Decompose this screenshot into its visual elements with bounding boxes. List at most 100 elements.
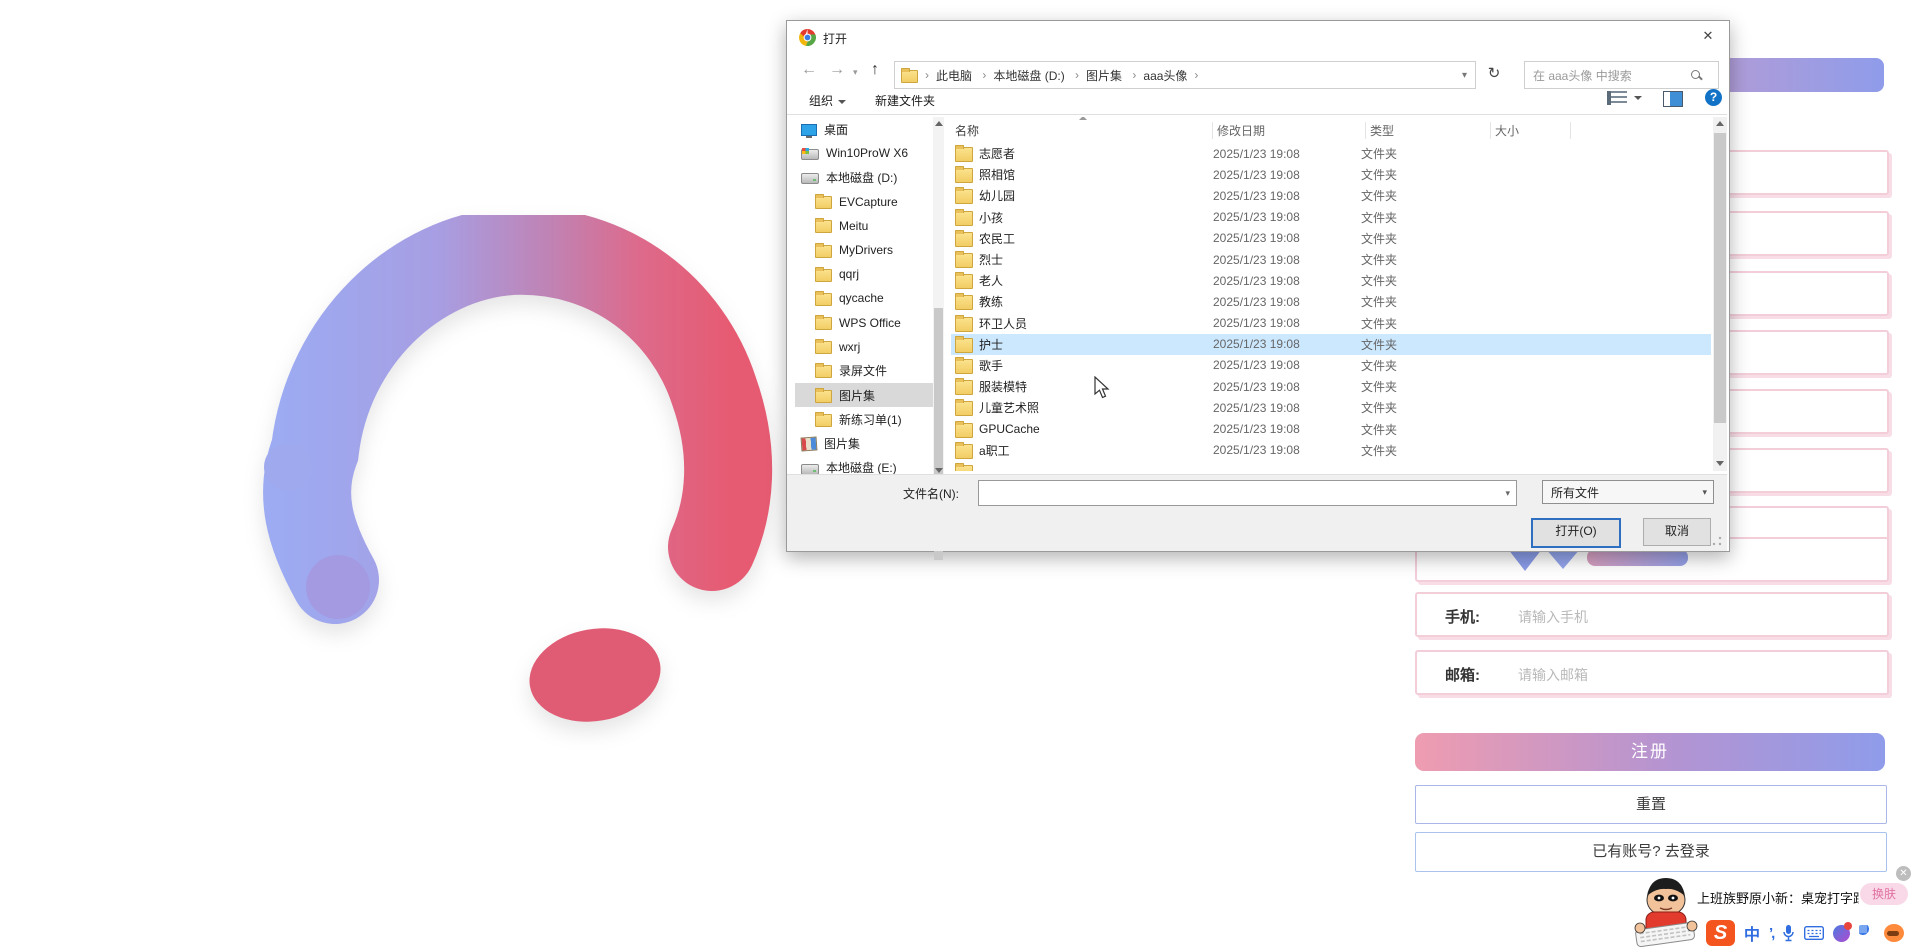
scroll-up-icon[interactable] <box>1716 121 1724 126</box>
view-mode-dropdown-icon[interactable] <box>1634 96 1642 100</box>
captcha-ribbon-icon <box>1546 549 1580 569</box>
view-mode-icon[interactable] <box>1607 91 1627 105</box>
microphone-icon[interactable] <box>1782 924 1795 942</box>
search-input[interactable]: 在 aaa头像 中搜索 <box>1524 61 1719 89</box>
file-row[interactable] <box>951 461 1711 471</box>
sidebar-item[interactable]: 图片集 <box>795 431 933 455</box>
ime-menu-icon[interactable] <box>1859 925 1875 941</box>
sidebar-item[interactable]: 录屏文件 <box>795 359 933 383</box>
pet-popup-close-icon[interactable]: ✕ <box>1896 866 1911 881</box>
sidebar-item[interactable]: Win10ProW X6 <box>795 141 933 165</box>
column-header-name[interactable]: 名称 <box>951 122 1213 139</box>
ime-punctuation-icon[interactable]: ’, <box>1769 925 1773 942</box>
email-field[interactable]: 邮箱: 请输入邮箱 <box>1415 650 1889 695</box>
column-header-size[interactable]: 大小 <box>1491 122 1571 139</box>
pet-character-image[interactable] <box>1626 870 1706 948</box>
folder-icon <box>955 211 973 226</box>
file-name: 志愿者 <box>979 145 1015 162</box>
help-icon[interactable]: ? <box>1705 89 1722 106</box>
sidebar-item[interactable]: 新练习单(1) <box>795 407 933 431</box>
file-row[interactable]: 教练 2025/1/23 19:08 文件夹 <box>951 291 1711 312</box>
breadcrumb-item[interactable]: 图片集 <box>1068 67 1122 84</box>
file-row[interactable]: 小孩 2025/1/23 19:08 文件夹 <box>951 207 1711 228</box>
file-row[interactable]: 志愿者 2025/1/23 19:08 文件夹 <box>951 143 1711 164</box>
file-type: 文件夹 <box>1361 336 1481 353</box>
file-row[interactable]: 照相馆 2025/1/23 19:08 文件夹 <box>951 164 1711 185</box>
forward-icon[interactable]: → <box>829 61 845 79</box>
scroll-down-icon[interactable] <box>1716 461 1724 466</box>
chevron-down-icon[interactable]: ▾ <box>1505 488 1510 499</box>
folder-tree: 桌面 Win10ProW X6 本地磁盘 (D:) EVCapture Meit… <box>795 117 933 479</box>
skin-change-badge[interactable]: 换肤 <box>1860 883 1908 905</box>
column-header-type[interactable]: 类型 <box>1366 122 1491 139</box>
dialog-close-icon[interactable]: ✕ <box>1691 21 1725 51</box>
file-list-scrollbar[interactable] <box>1713 117 1727 471</box>
phone-field[interactable]: 手机: 请输入手机 <box>1415 592 1889 637</box>
sidebar-item[interactable]: 图片集 <box>795 383 933 407</box>
file-type: 文件夹 <box>1361 357 1481 374</box>
sidebar-item[interactable]: 本地磁盘 (D:) <box>795 165 933 189</box>
chrome-icon <box>799 29 816 46</box>
back-icon[interactable]: ← <box>801 61 817 79</box>
new-folder-button[interactable]: 新建文件夹 <box>875 92 935 109</box>
file-row[interactable]: a职工 2025/1/23 19:08 文件夹 <box>951 440 1711 461</box>
address-bar[interactable]: 此电脑 本地磁盘 (D:) 图片集 aaa头像 ▾ <box>894 61 1476 89</box>
file-row[interactable]: 服装模特 2025/1/23 19:08 文件夹 <box>951 376 1711 397</box>
chevron-right-icon <box>975 68 993 82</box>
filename-input[interactable]: ▾ <box>978 480 1517 506</box>
sidebar-item[interactable]: Meitu <box>795 214 933 238</box>
column-header-date[interactable]: 修改日期 <box>1213 122 1366 139</box>
ime-language-icon[interactable]: 中 <box>1744 921 1760 945</box>
file-row[interactable]: 老人 2025/1/23 19:08 文件夹 <box>951 270 1711 291</box>
file-row[interactable]: 儿童艺术照 2025/1/23 19:08 文件夹 <box>951 397 1711 418</box>
file-row[interactable]: 农民工 2025/1/23 19:08 文件夹 <box>951 228 1711 249</box>
preview-pane-icon[interactable] <box>1663 91 1683 107</box>
address-dropdown-icon[interactable]: ▾ <box>1454 70 1475 81</box>
scroll-down-icon[interactable] <box>935 468 943 473</box>
file-name: 服装模特 <box>979 378 1027 395</box>
file-row[interactable]: 环卫人员 2025/1/23 19:08 文件夹 <box>951 313 1711 334</box>
history-dropdown-icon[interactable]: ▾ <box>853 67 858 78</box>
file-row[interactable]: 歌手 2025/1/23 19:08 文件夹 <box>951 355 1711 376</box>
refresh-icon[interactable]: ↻ <box>1481 61 1507 87</box>
ime-skin-icon[interactable] <box>1833 925 1850 942</box>
file-row[interactable]: 幼儿园 2025/1/23 19:08 文件夹 <box>951 185 1711 206</box>
sidebar-item[interactable]: qqrj <box>795 262 933 286</box>
cancel-button[interactable]: 取消 <box>1643 518 1711 546</box>
breadcrumb-item[interactable]: 此电脑 <box>918 67 972 84</box>
scroll-up-icon[interactable] <box>935 121 943 126</box>
up-icon[interactable]: ↑ <box>871 61 879 79</box>
sidebar-item-icon <box>815 220 832 233</box>
organize-button[interactable]: 组织 <box>809 92 846 109</box>
phone-input[interactable]: 请输入手机 <box>1518 607 1588 627</box>
gradient-arc-artwork <box>220 215 780 760</box>
sidebar-item[interactable]: EVCapture <box>795 190 933 214</box>
go-login-button[interactable]: 已有账号? 去登录 <box>1415 832 1887 872</box>
sidebar-item[interactable]: MyDrivers <box>795 238 933 262</box>
file-date: 2025/1/23 19:08 <box>1213 443 1361 457</box>
keyboard-icon[interactable] <box>1804 926 1824 940</box>
sidebar-item[interactable]: WPS Office <box>795 311 933 335</box>
sidebar-scrollbar[interactable] <box>933 117 944 477</box>
reset-button[interactable]: 重置 <box>1415 785 1887 824</box>
sogou-logo-icon[interactable]: S <box>1706 920 1735 946</box>
open-button[interactable]: 打开(O) <box>1531 518 1621 548</box>
filetype-select[interactable]: 所有文件 ▾ <box>1542 480 1714 504</box>
file-row[interactable]: GPUCache 2025/1/23 19:08 文件夹 <box>951 418 1711 439</box>
sidebar-item[interactable]: qycache <box>795 286 933 310</box>
email-input[interactable]: 请输入邮箱 <box>1518 665 1588 685</box>
file-type: 文件夹 <box>1361 272 1481 289</box>
breadcrumb-item[interactable]: aaa头像 <box>1125 67 1187 84</box>
file-list-scrollbar-thumb[interactable] <box>1714 133 1726 423</box>
file-name: 儿童艺术照 <box>979 399 1039 416</box>
search-icon[interactable] <box>1691 70 1710 81</box>
sidebar-item-icon <box>815 293 832 306</box>
resize-grip[interactable] <box>1712 536 1722 546</box>
file-row[interactable]: 护士 2025/1/23 19:08 文件夹 <box>951 334 1711 355</box>
file-row[interactable]: 烈士 2025/1/23 19:08 文件夹 <box>951 249 1711 270</box>
ime-emoji-icon[interactable] <box>1884 924 1904 942</box>
sidebar-item[interactable]: 桌面 <box>795 117 933 141</box>
register-button[interactable]: 注册 <box>1415 733 1885 771</box>
breadcrumb-item[interactable]: 本地磁盘 (D:) <box>975 67 1064 84</box>
sidebar-item[interactable]: wxrj <box>795 335 933 359</box>
